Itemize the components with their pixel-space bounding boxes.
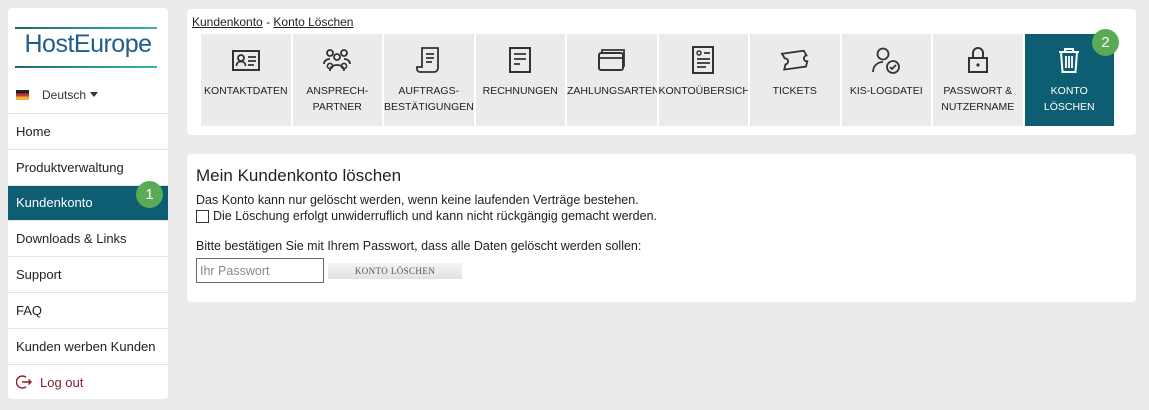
tab-label: AUFTRAGS- BESTÄTIGUNGEN — [384, 85, 474, 113]
ticket-icon — [780, 49, 809, 71]
sidebar-item-label: Downloads & Links — [16, 231, 127, 247]
account-overview-icon — [692, 46, 715, 74]
sidebar-item-produktverwaltung[interactable]: Produktverwaltung — [8, 150, 168, 186]
logo-text: HostEurope — [24, 29, 152, 58]
tab-label: TICKETS — [772, 85, 817, 97]
caret-down-icon — [90, 92, 99, 97]
tab-kontaktdaten[interactable]: KONTAKTDATEN — [201, 34, 291, 126]
tab-passwort-nutzername[interactable]: PASSWORT & NUTZERNAME — [933, 34, 1023, 126]
contact-card-icon — [231, 50, 260, 71]
tab-label: PASSWORT & NUTZERNAME — [941, 85, 1015, 113]
page-title: Mein Kundenkonto löschen — [196, 166, 402, 185]
user-check-icon — [872, 47, 901, 74]
tab-rechnungen[interactable]: RECHNUNGEN — [475, 34, 565, 126]
sidebar-item-kunden-werben-kunden[interactable]: Kunden werben Kunden — [8, 329, 168, 365]
password-confirm-text: Bitte bestätigen Sie mit Ihrem Passwort,… — [196, 239, 642, 253]
info-text: Das Konto kann nur gelöscht werden, wenn… — [196, 193, 639, 207]
lock-icon — [967, 47, 988, 73]
sidebar-item-label: Kunden werben Kunden — [16, 338, 156, 354]
tab-ansprechpartner[interactable]: ANSPRECH- PARTNER — [292, 34, 382, 126]
step-badge-1: 1 — [136, 181, 163, 208]
invoice-icon — [509, 47, 532, 73]
account-nav-panel: Kundenkonto - Konto Löschen KONTAKTDATEN… — [187, 9, 1136, 135]
language-label: Deutsch — [42, 87, 87, 102]
logout-icon — [16, 374, 32, 390]
breadcrumb-link-kundenkonto[interactable]: Kundenkonto — [192, 15, 263, 29]
confirm-checkbox[interactable] — [196, 209, 209, 223]
people-group-icon — [323, 49, 352, 72]
tab-label: KONTAKTDATEN — [203, 85, 288, 97]
password-input[interactable] — [196, 258, 324, 283]
tab-zahlungsarten[interactable]: ZAHLUNGSARTEN — [567, 34, 657, 126]
delete-account-button[interactable]: KONTO LÖSCHEN — [328, 262, 462, 279]
delete-account-panel: Mein Kundenkonto löschen Das Konto kann … — [187, 154, 1136, 302]
confirm-checkbox-row: Die Löschung erfolgt unwiderruflich und … — [196, 209, 1127, 223]
logo-bar-bottom — [15, 66, 157, 68]
sidebar-item-logout[interactable]: Log out — [8, 365, 168, 399]
sidebar-item-label: Support — [16, 267, 62, 283]
tab-kontouebersicht[interactable]: KONTOÜBERSICHT — [658, 34, 749, 126]
sidebar-item-home[interactable]: Home — [8, 114, 168, 150]
sidebar-item-label: Home — [16, 123, 51, 139]
password-row: KONTO LÖSCHEN — [196, 258, 1127, 283]
tab-label: KONTO LÖSCHEN — [1043, 85, 1095, 113]
tab-label: RECHNUNGEN — [482, 85, 558, 97]
sidebar-item-faq[interactable]: FAQ — [8, 293, 168, 329]
tab-label: ANSPRECH- PARTNER — [306, 85, 369, 113]
tab-auftragsbestaetigungen[interactable]: AUFTRAGS- BESTÄTIGUNGEN — [384, 34, 474, 126]
sidebar-item-downloads-links[interactable]: Downloads & Links — [8, 221, 168, 258]
german-flag-icon — [16, 89, 29, 100]
wallet-icon — [597, 49, 625, 71]
language-selector[interactable]: Deutsch — [8, 76, 168, 114]
sidebar-item-support[interactable]: Support — [8, 257, 168, 293]
sidebar-item-label: Log out — [40, 374, 84, 390]
breadcrumb-link-konto-loeschen[interactable]: Konto Löschen — [273, 15, 353, 29]
document-scroll-icon — [415, 47, 439, 73]
sidebar-item-label: Kundenkonto — [16, 195, 93, 211]
account-tabs: KONTAKTDATEN ANSPRECH- PARTNER AUFTRAGS-… — [201, 34, 1114, 126]
step-badge-2: 2 — [1092, 29, 1119, 56]
tab-label: ZAHLUNGSARTEN — [567, 85, 657, 97]
checkbox-label: Die Löschung erfolgt unwiderruflich und … — [213, 209, 658, 223]
breadcrumb-separator: - — [262, 15, 274, 29]
tab-label: KONTOÜBERSICHT — [658, 85, 749, 97]
tab-tickets[interactable]: TICKETS — [750, 34, 840, 126]
trash-icon — [1059, 48, 1080, 73]
tab-label: KIS-LOGDATEI — [849, 85, 923, 97]
sidebar-item-label: Produktverwaltung — [16, 159, 124, 175]
sidebar-item-label: FAQ — [16, 302, 43, 318]
logo-bar-top — [15, 27, 157, 29]
host-europe-logo[interactable]: HostEurope — [8, 8, 168, 76]
breadcrumb: Kundenkonto - Konto Löschen — [192, 15, 353, 29]
tab-kis-logdatei[interactable]: KIS-LOGDATEI — [841, 34, 931, 126]
